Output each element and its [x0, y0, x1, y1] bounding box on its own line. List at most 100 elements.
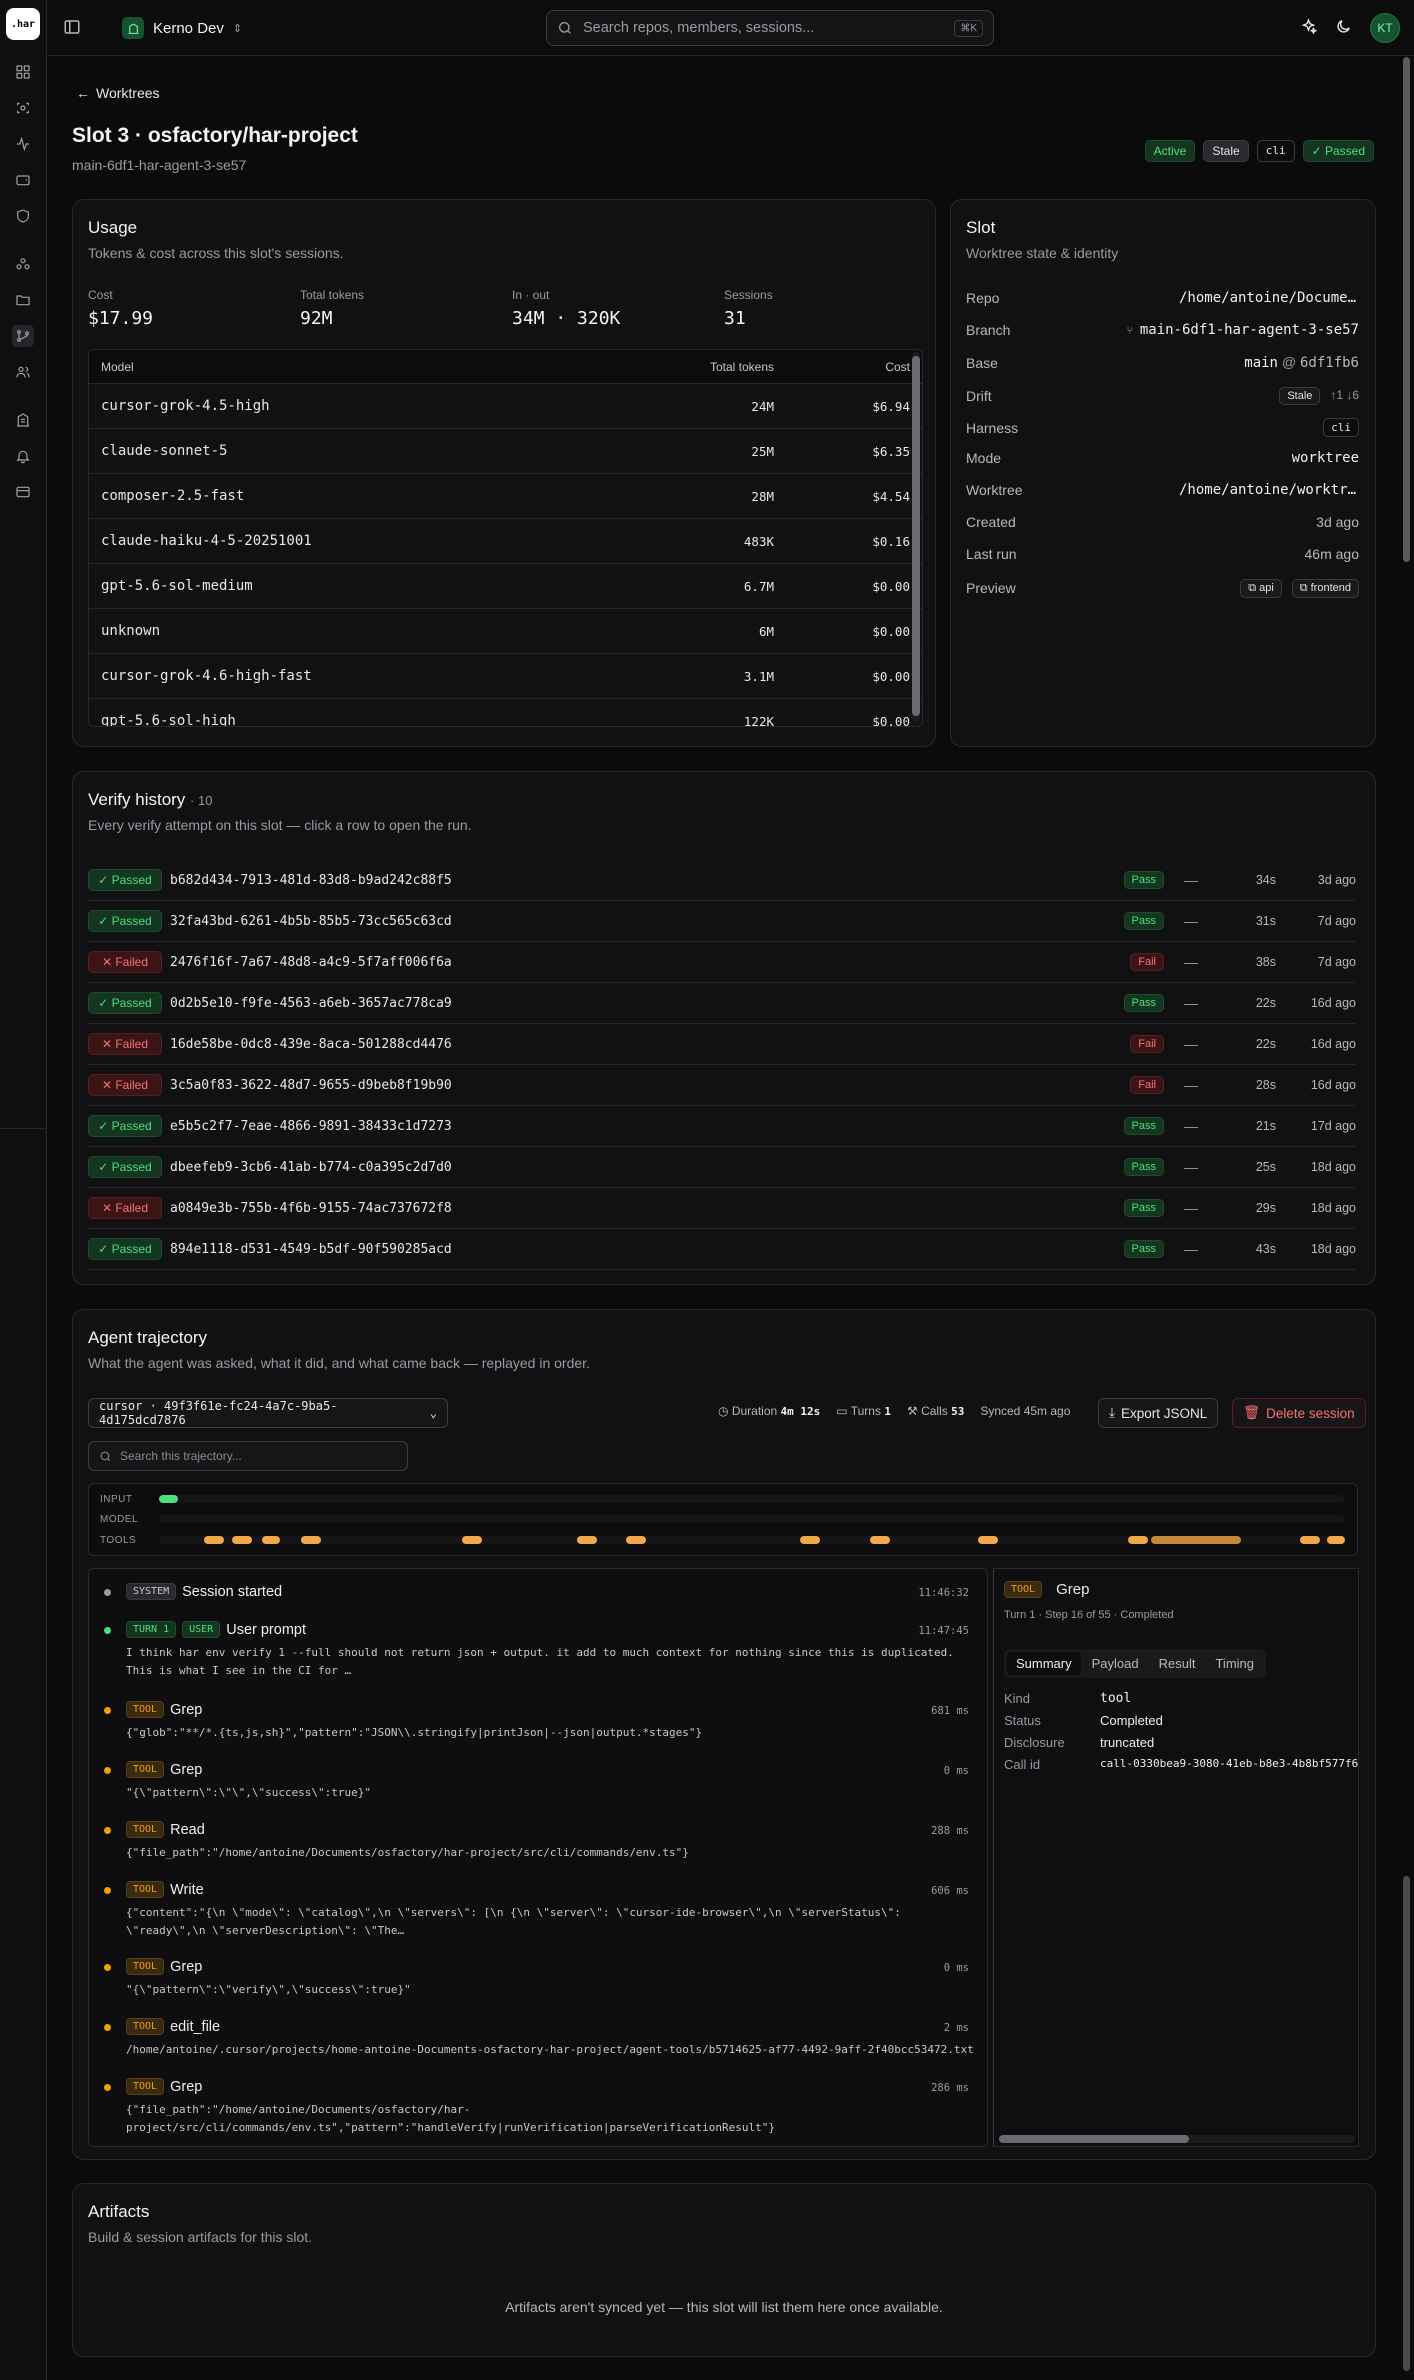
verify-row[interactable]: ✓ Passed 894e1118-d531-4549-b5df-90f59028… [88, 1229, 1356, 1270]
tool-call-segment[interactable] [1128, 1536, 1148, 1544]
slot-card: Slot Worktree state & identity Repo/home… [950, 199, 1376, 747]
verify-row[interactable]: ✓ Passed b682d434-7913-481d-83d8-b9ad242c… [88, 860, 1356, 901]
trajectory-event[interactable]: TOOL Read 288 ms {"file_path":"/home/antoin… [89, 1821, 969, 1877]
tab-summary[interactable]: Summary [1007, 1652, 1081, 1675]
verify-result-badge: Pass [1123, 994, 1164, 1012]
event-title: Write [170, 1881, 204, 1898]
slot-value[interactable]: /home/antoine/Documents/osfactory/har-pr… [1179, 290, 1359, 306]
tool-call-segment[interactable] [204, 1536, 224, 1544]
trajectory-events-pane: SYSTEM Session started 11:46:32 TURN 1 USER U… [88, 1568, 988, 2147]
verify-row[interactable]: ✕ Failed 2476f16f-7a67-48d8-a4c9-5f7aff00… [88, 942, 1356, 983]
trajectory-timeline[interactable]: INPUT MODEL TOOLS [88, 1483, 1358, 1556]
trajectory-event[interactable]: TOOL edit_file 2 ms/home/antoine/.cursor/p… [89, 2018, 974, 2074]
sessions-icon[interactable] [12, 97, 34, 119]
har-logo[interactable]: .har [6, 8, 40, 40]
event-dot [104, 1767, 111, 1774]
verify-duration: 22s [1255, 996, 1276, 1010]
verify-row[interactable]: ✓ Passed e5b5c2f7-7eae-4866-9891-38433c1d… [88, 1106, 1356, 1147]
wallet-icon[interactable] [12, 169, 34, 191]
tool-call-segment[interactable] [1151, 1536, 1241, 1544]
col-total-tokens[interactable]: Total tokens [594, 360, 774, 374]
detail-h-scroll-thumb[interactable] [999, 2135, 1189, 2143]
page-scroll-thumb[interactable] [1403, 57, 1410, 562]
integrations-icon[interactable] [12, 253, 34, 275]
billing-icon[interactable] [12, 481, 34, 503]
session-select[interactable]: cursor · 49f3f61e-fc24-4a7c-9ba5-4d175dc… [88, 1398, 448, 1428]
input-segment[interactable] [159, 1495, 178, 1503]
verify-row[interactable]: ✕ Failed 16de58be-0dc8-439e-8aca-501288cd… [88, 1024, 1356, 1065]
trajectory-event[interactable]: TOOL Grep 286 ms {"file_path":"/home/antoin… [89, 2078, 969, 2134]
page-scroll-thumb-lower[interactable] [1403, 1876, 1410, 2371]
delete-session-button[interactable]: 🗑 Delete session [1232, 1398, 1366, 1428]
table-scrollbar[interactable] [912, 352, 920, 722]
tab-result[interactable]: Result [1150, 1652, 1205, 1675]
event-detail-panel: TOOL Grep Turn 1 · Step 16 of 55 · Compl… [993, 1568, 1359, 2147]
trajectory-event[interactable]: TOOL Grep 0 ms "{\"pattern\":\"\",\"success… [89, 1761, 969, 1817]
verify-status-label: Passed [111, 914, 152, 928]
verify-status-badge: ✕ Failed [88, 1074, 162, 1096]
tool-call-segment[interactable] [800, 1536, 820, 1544]
back-link[interactable]: ← Worktrees [76, 85, 160, 101]
worktrees-icon[interactable] [12, 325, 34, 347]
tab-timing[interactable]: Timing [1206, 1652, 1263, 1675]
verify-run-id: dbeefeb9-3cb6-41ab-b774-c0a395c2d7d0 [170, 1159, 452, 1175]
total-tokens: 24M [751, 398, 774, 414]
sparkles-icon[interactable] [1300, 18, 1318, 38]
tool-call-segment[interactable] [978, 1536, 998, 1544]
activity-icon[interactable] [12, 133, 34, 155]
tool-call-segment[interactable] [301, 1536, 321, 1544]
tool-call-segment[interactable] [462, 1536, 482, 1544]
trajectory-search-input[interactable]: Search this trajectory... [88, 1441, 408, 1471]
verify-title: Verify history · 10 [88, 790, 212, 810]
export-jsonl-button[interactable]: ⤓ Export JSONL [1098, 1398, 1219, 1428]
verify-row[interactable]: ✓ Passed dbeefeb9-3cb6-41ab-b774-c0a395c2… [88, 1147, 1356, 1188]
preview-link-frontend[interactable]: ⧉ frontend [1291, 579, 1359, 598]
theme-toggle-icon[interactable] [1335, 18, 1352, 38]
verify-row[interactable]: ✕ Failed 3c5a0f83-3622-48d7-9655-d9beb8f1… [88, 1065, 1356, 1106]
slot-value: main @ 6df1fb6 [1244, 354, 1359, 371]
verify-row[interactable]: ✕ Failed a0849e3b-755b-4f6b-9155-74ac7376… [88, 1188, 1356, 1229]
trajectory-event[interactable]: TOOL Write 606 ms {"content":"{\n \"mode\":… [89, 1881, 969, 1937]
tool-call-segment[interactable] [577, 1536, 597, 1544]
verify-status-badge: ✕ Failed [88, 1197, 162, 1219]
building-icon[interactable] [12, 409, 34, 431]
verify-run-id: 0d2b5e10-f9fe-4563-a6eb-3657ac778ca9 [170, 995, 452, 1011]
kv-value[interactable]: call-0330bea9-3080-41eb-b8e3-4b8bf577f6 [1100, 1757, 1358, 1772]
trajectory-event[interactable]: TURN 1 USER User prompt 11:47:45 I think har… [89, 1621, 969, 1677]
preview-link-api[interactable]: ⧉ api [1240, 579, 1282, 598]
table-scroll-thumb[interactable] [912, 356, 920, 716]
event-title: Grep [170, 1761, 203, 1778]
user-avatar[interactable]: KT [1370, 13, 1400, 43]
tool-call-segment[interactable] [232, 1536, 252, 1544]
slot-last-run: Last run 46m ago [966, 546, 1359, 562]
detail-h-scrollbar[interactable] [999, 2135, 1355, 2143]
trajectory-event[interactable]: TOOL Grep 0 ms "{\"pattern\":\"verify\",\"s… [89, 1958, 969, 2014]
verify-row[interactable]: ✓ Passed 32fa43bd-6261-4b5b-85b5-73cc565c… [88, 901, 1356, 942]
tab-payload[interactable]: Payload [1083, 1652, 1148, 1675]
col-cost[interactable]: Cost [774, 360, 910, 374]
verify-badge: ✓ Passed [1302, 140, 1374, 162]
tool-call-segment[interactable] [870, 1536, 890, 1544]
preview-label: frontend [1310, 582, 1351, 594]
tool-call-segment[interactable] [1300, 1536, 1320, 1544]
slot-value[interactable]: /home/antoine/worktrees/har-project/slot… [1179, 482, 1359, 498]
workspace-switcher[interactable]: Kerno Dev ⇕ [122, 14, 242, 42]
tool-call-segment[interactable] [1327, 1536, 1345, 1544]
dashboard-icon[interactable] [12, 61, 34, 83]
col-model[interactable]: Model [101, 360, 594, 374]
alerts-icon[interactable] [12, 445, 34, 467]
tool-call-segment[interactable] [262, 1536, 280, 1544]
shield-icon[interactable] [12, 205, 34, 227]
members-icon[interactable] [12, 361, 34, 383]
verify-row[interactable]: ✓ Passed 0d2b5e10-f9fe-4563-a6eb-3657ac77… [88, 983, 1356, 1024]
trajectory-event[interactable]: TOOL Grep 681 ms {"glob":"**/*.{ts,js,sh}",… [89, 1701, 969, 1757]
sidebar-toggle-icon[interactable] [63, 18, 81, 39]
page-scrollbar[interactable] [1400, 56, 1414, 2380]
verify-status-label: Passed [111, 1119, 152, 1133]
verify-dash: — [1184, 1077, 1198, 1093]
global-search[interactable]: Search repos, members, sessions... ⌘K [546, 10, 994, 46]
tool-call-segment[interactable] [626, 1536, 646, 1544]
external-link-icon: ⧉ [1248, 582, 1257, 594]
stat-value: $17.99 [88, 308, 154, 329]
folder-icon[interactable] [12, 289, 34, 311]
